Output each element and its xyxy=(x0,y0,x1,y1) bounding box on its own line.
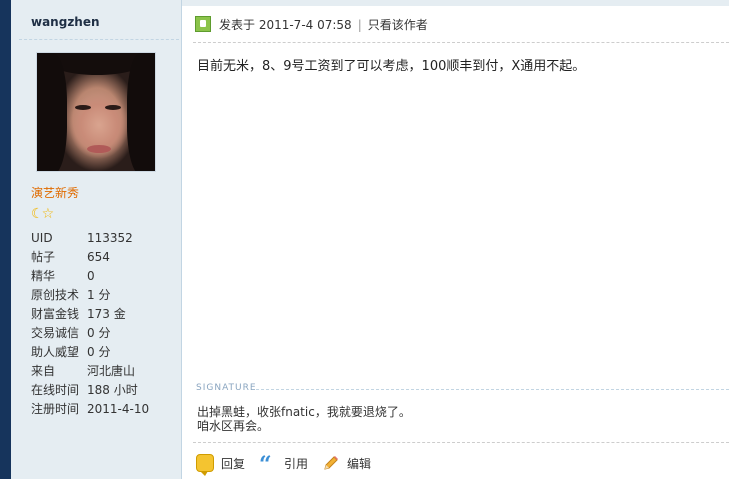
signature-label: SIGNATURE xyxy=(196,383,257,393)
meta-separator: | xyxy=(357,18,362,32)
stat-uid: UID 113352 xyxy=(31,231,133,245)
signature-line: 出掉黑蛙，收张fnatic，我就要退烧了。 xyxy=(197,405,411,419)
post-date: 发表于 2011-7-4 07:58 xyxy=(219,18,352,32)
stat-register-date: 注册时间 2011-4-10 xyxy=(31,402,150,416)
only-author-link[interactable]: 只看该作者 xyxy=(368,18,428,32)
user-rank: 演艺新秀 xyxy=(31,186,80,200)
author-sidebar: wangzhen 演艺新秀 ☾☆ UID 113352 帖子 654 精华 0 原创技… xyxy=(11,0,182,479)
post-content: 目前无米，8、9号工资到了可以考虑，100顺丰到付，X通用不起。 xyxy=(197,59,586,74)
divider xyxy=(193,42,729,43)
author-username[interactable]: wangzhen xyxy=(31,15,100,29)
signature-text: 出掉黑蛙，收张fnatic，我就要退烧了。 咱水区再会。 xyxy=(197,405,411,433)
avatar[interactable] xyxy=(36,52,156,172)
stat-location: 来自 河北唐山 xyxy=(31,364,136,378)
stat-posts: 帖子 654 xyxy=(31,250,110,264)
divider xyxy=(256,389,729,390)
rank-stars: ☾☆ xyxy=(31,206,55,222)
edit-button[interactable]: 编辑 xyxy=(322,454,371,472)
signature-line: 咱水区再会。 xyxy=(197,419,270,433)
stat-online-time: 在线时间 188 小时 xyxy=(31,383,138,397)
online-status-icon xyxy=(195,16,211,32)
edit-label: 编辑 xyxy=(347,456,372,471)
quote-label: 引用 xyxy=(284,456,309,471)
stat-digest: 精华 0 xyxy=(31,269,95,283)
stat-original-tech: 原创技术 1 分 xyxy=(31,288,111,302)
speech-bubble-icon xyxy=(196,454,214,476)
left-edge-bar xyxy=(0,0,11,479)
top-bar xyxy=(182,0,729,6)
reply-label: 回复 xyxy=(221,456,246,471)
stat-prestige: 助人威望 0 分 xyxy=(31,345,111,359)
divider xyxy=(19,39,179,40)
pencil-icon xyxy=(322,454,340,472)
quote-button[interactable]: “ 引用 xyxy=(259,452,309,478)
divider xyxy=(193,442,729,443)
stat-money: 财富金钱 173 金 xyxy=(31,307,126,321)
reply-button[interactable]: 回复 xyxy=(196,454,246,476)
author-stats: UID 113352 帖子 654 精华 0 原创技术 1 分 财富金钱 173 金 交易… xyxy=(31,229,149,419)
post-actions: 回复 “ 引用 编辑 xyxy=(196,452,385,478)
stat-trade-credit: 交易诚信 0 分 xyxy=(31,326,111,340)
post-meta: 发表于 2011-7-4 07:58 | 只看该作者 xyxy=(219,16,428,33)
quote-icon: “ xyxy=(259,452,272,478)
star-icon: ☆ xyxy=(41,206,55,222)
